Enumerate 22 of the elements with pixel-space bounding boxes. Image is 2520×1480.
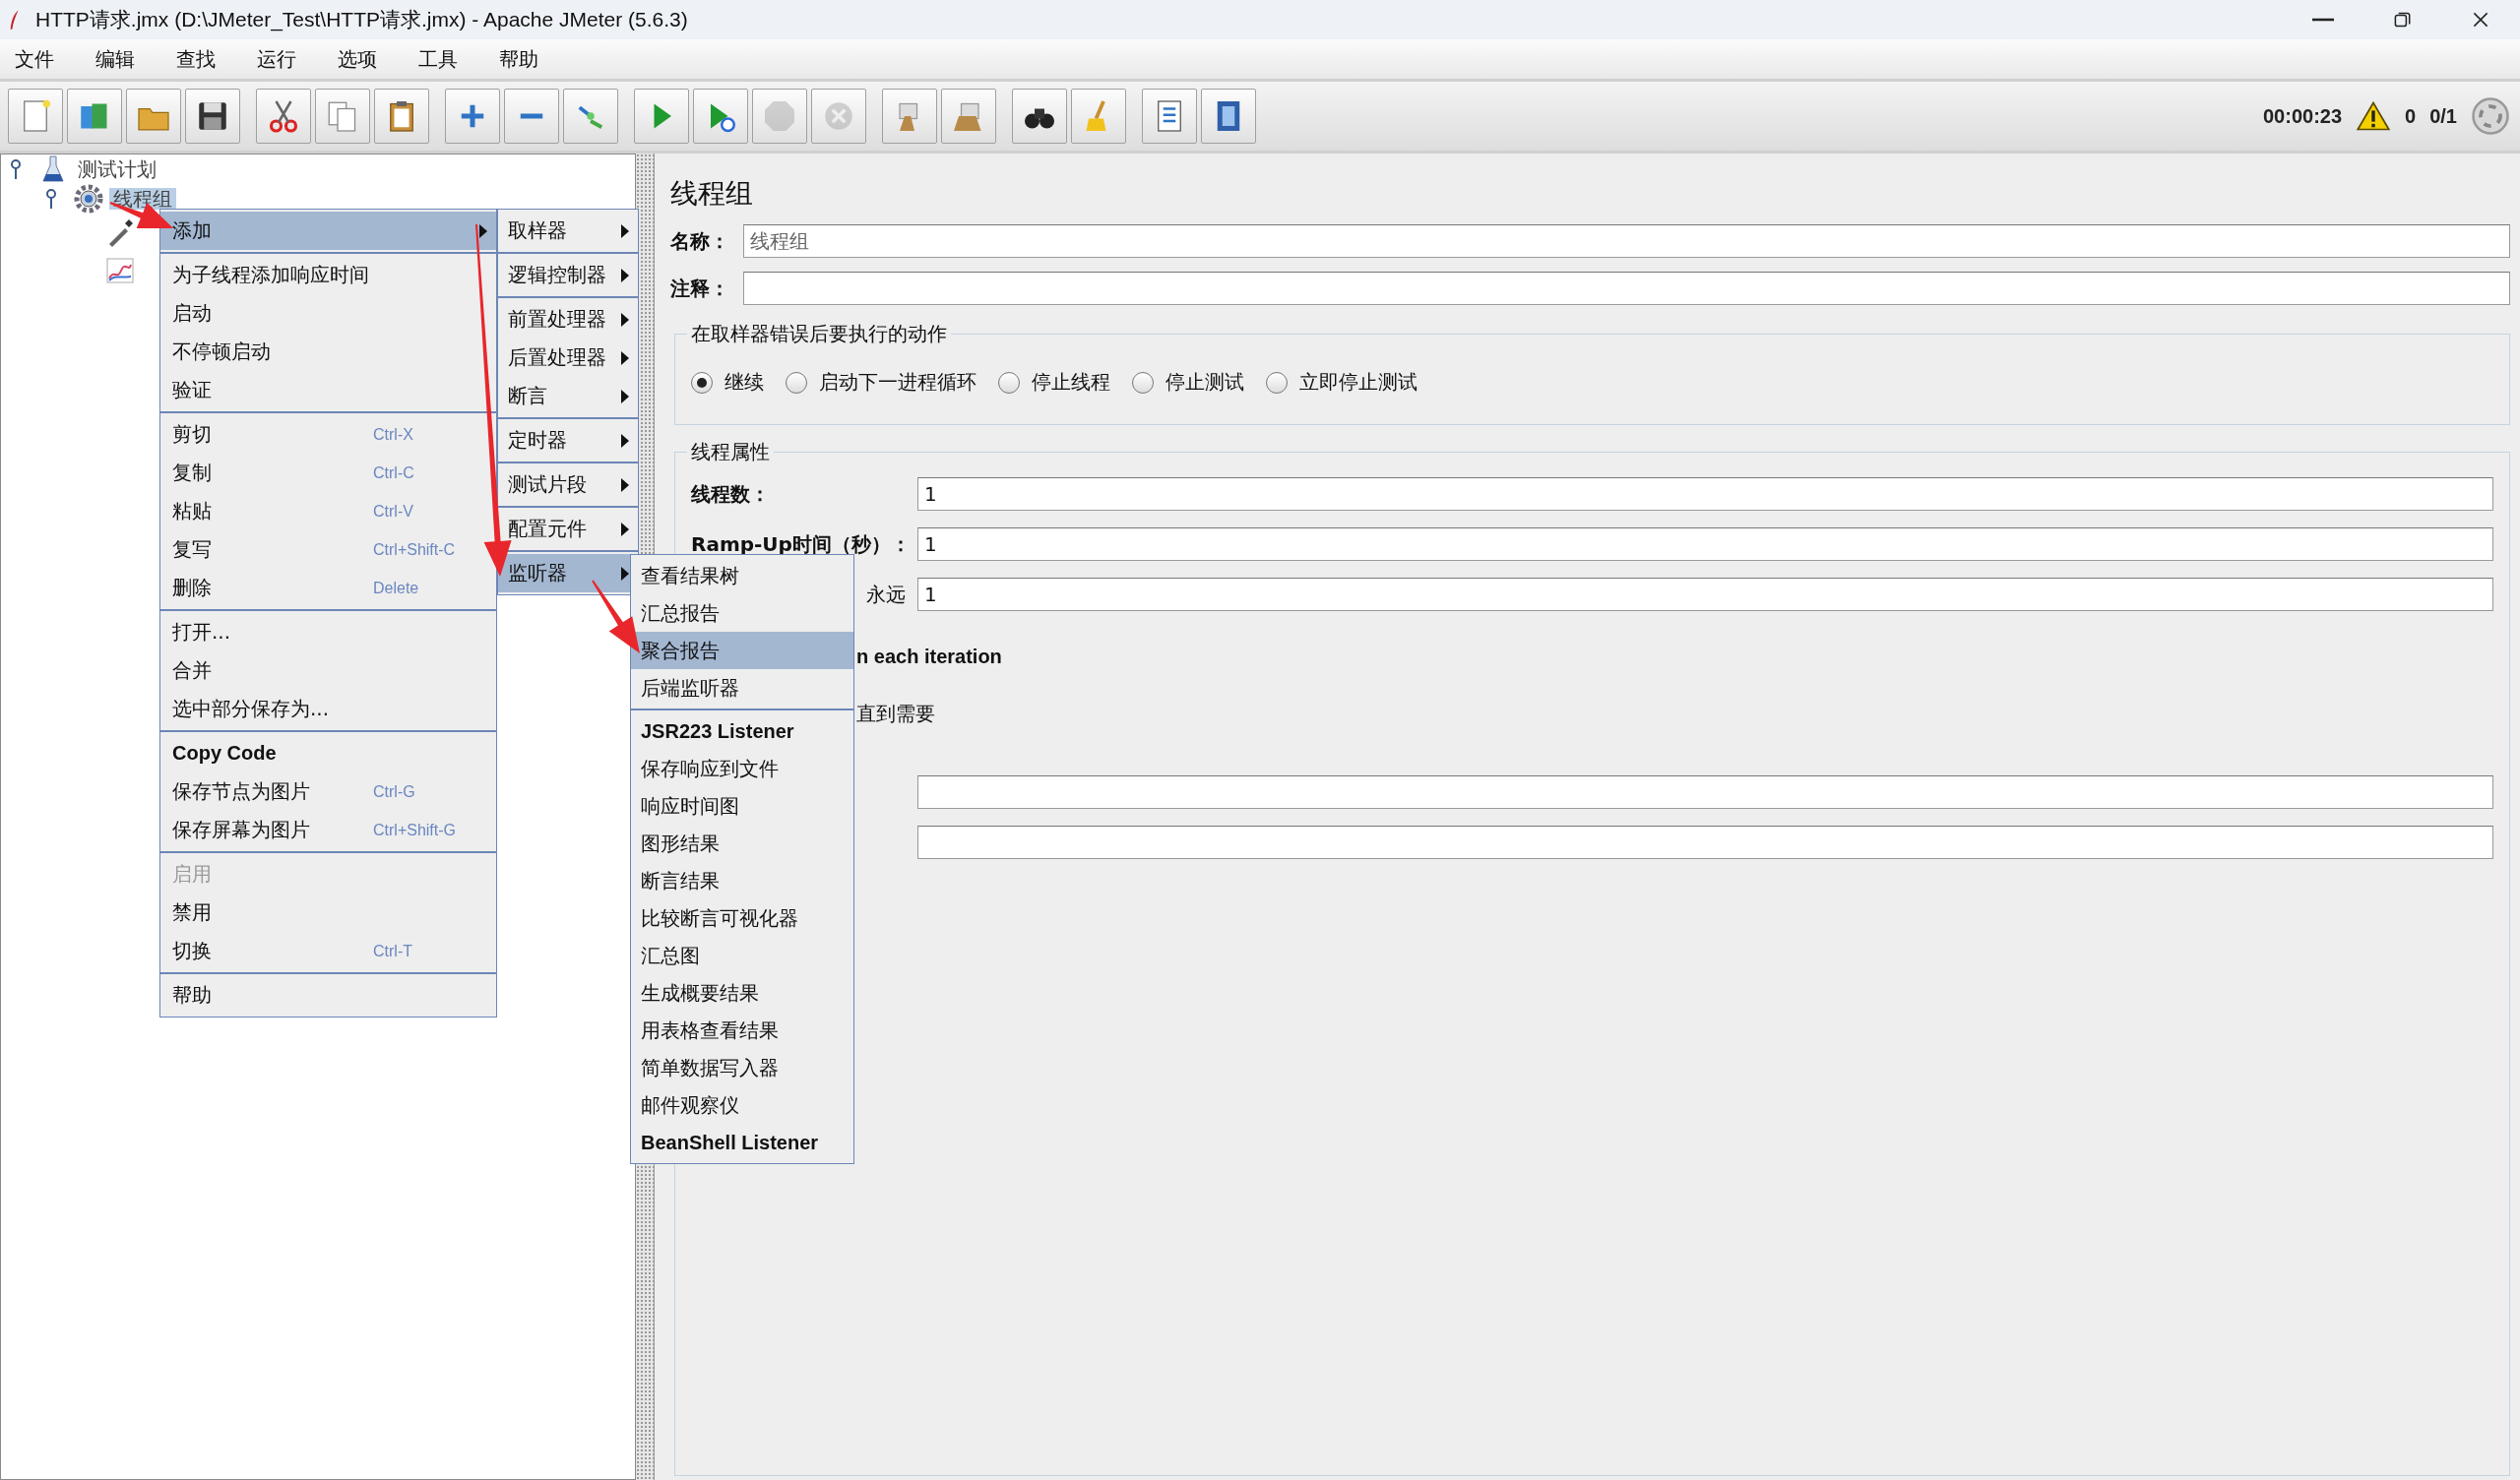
- field-label: 线程数：: [691, 480, 771, 508]
- shortcut-text: Ctrl-X: [373, 425, 413, 444]
- group-title: 在取样器错误后要执行的动作: [690, 321, 948, 347]
- shortcut-text: Delete: [373, 579, 419, 597]
- shortcut-text: Ctrl+Shift-C: [373, 540, 456, 559]
- option-label: 直到需要: [856, 700, 935, 727]
- field-label: Ramp-Up时间（秒）：: [691, 530, 912, 558]
- warning-count: 0: [2405, 104, 2417, 128]
- shortcut-text: Ctrl-C: [373, 463, 414, 482]
- field-label: 永远: [866, 581, 907, 608]
- elapsed-time: 00:00:23: [2263, 104, 2343, 128]
- panel-title: 线程组: [670, 176, 753, 212]
- field-label: 名称：: [670, 227, 730, 255]
- shortcut-text: Ctrl+Shift-G: [373, 821, 456, 839]
- shortcut-text: Ctrl-G: [373, 782, 415, 801]
- group-title: 线程属性: [690, 439, 771, 465]
- option-label: n each iteration: [856, 645, 1002, 668]
- shortcut-text: Ctrl-V: [373, 502, 413, 521]
- shortcut-text: Ctrl-T: [373, 942, 412, 960]
- field-label: 注释：: [670, 275, 730, 302]
- thread-count: 0/1: [2429, 104, 2457, 128]
- window-title: HTTP请求.jmx (D:\JMeter_Test\HTTP请求.jmx) - Apache JMeter (5.6.3): [35, 7, 688, 33]
